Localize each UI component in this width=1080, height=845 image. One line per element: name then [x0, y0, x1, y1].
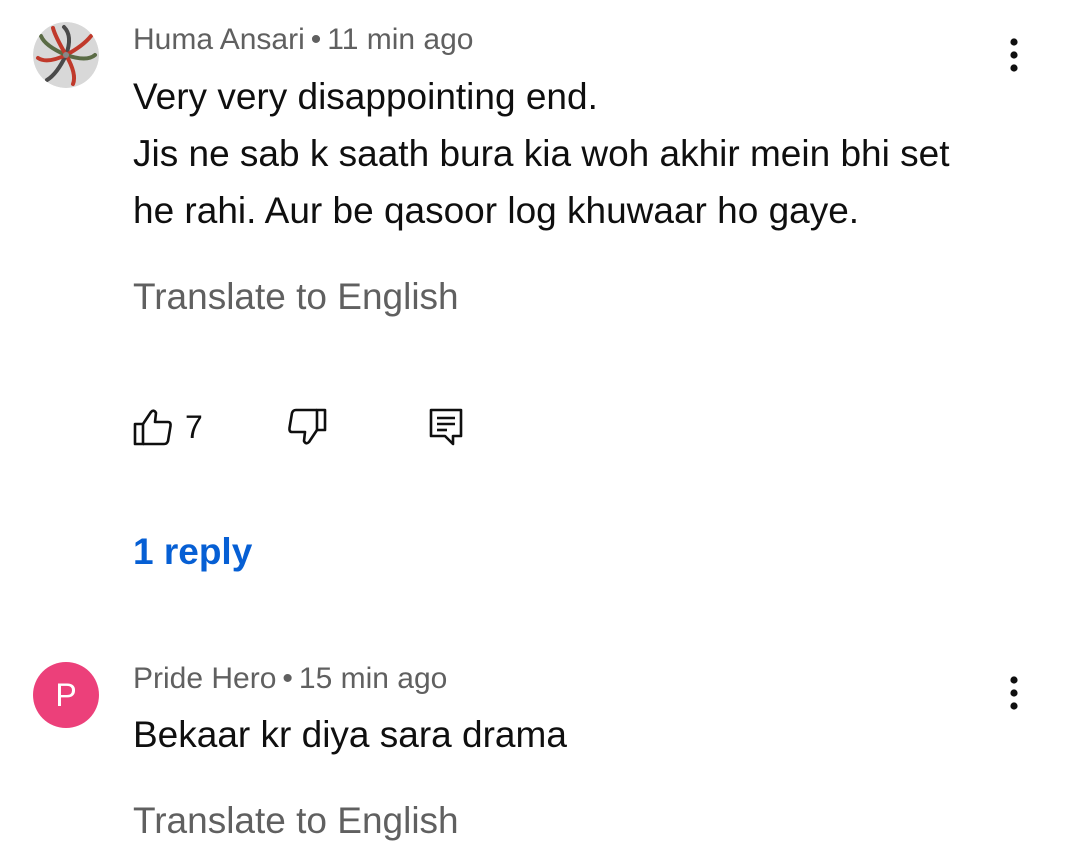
thumbs-up-icon [133, 409, 172, 446]
like-button[interactable]: 7 [133, 408, 203, 446]
comment-text: Bekaar kr diya sara drama [133, 706, 567, 763]
translate-button[interactable]: Translate to English [133, 276, 459, 318]
comment-reply-icon [429, 408, 463, 446]
thumbs-down-icon [288, 408, 327, 445]
comment-text-line: Very very disappointing end. [133, 76, 598, 117]
meta-separator: • [310, 23, 322, 56]
comment-meta: Huma Ansari • 11 min ago [133, 23, 473, 57]
avatar[interactable]: P [33, 662, 99, 728]
more-vert-icon [1010, 38, 1018, 72]
meta-separator: • [282, 662, 293, 695]
more-vert-icon [1010, 676, 1018, 710]
comment-author[interactable]: Huma Ansari [133, 23, 305, 56]
comment-time: 15 min ago [298, 662, 448, 695]
comment-text: Very very disappointing end. Jis ne sab … [133, 68, 949, 239]
more-options-button[interactable] [999, 673, 1029, 713]
comment-text-line: Jis ne sab k saath bura kia woh akhir me… [133, 133, 950, 174]
avatar[interactable] [33, 22, 99, 88]
comment-meta: Pride Hero • 15 min ago [133, 662, 447, 696]
comment-time: 11 min ago [327, 23, 474, 56]
like-count: 7 [185, 408, 203, 445]
comment-text-line: he rahi. Aur be qasoor log khuwaar ho ga… [133, 190, 860, 231]
reply-button[interactable] [429, 408, 463, 446]
view-replies-link[interactable]: 1 reply [133, 531, 252, 573]
more-options-button[interactable] [999, 35, 1029, 75]
comment-text-line: Bekaar kr diya sara drama [133, 714, 567, 755]
pinwheel-avatar-icon [33, 22, 99, 88]
dislike-button[interactable] [287, 408, 327, 446]
comment-author[interactable]: Pride Hero [133, 662, 276, 695]
avatar-letter: P [55, 676, 77, 713]
translate-button[interactable]: Translate to English [133, 800, 459, 842]
